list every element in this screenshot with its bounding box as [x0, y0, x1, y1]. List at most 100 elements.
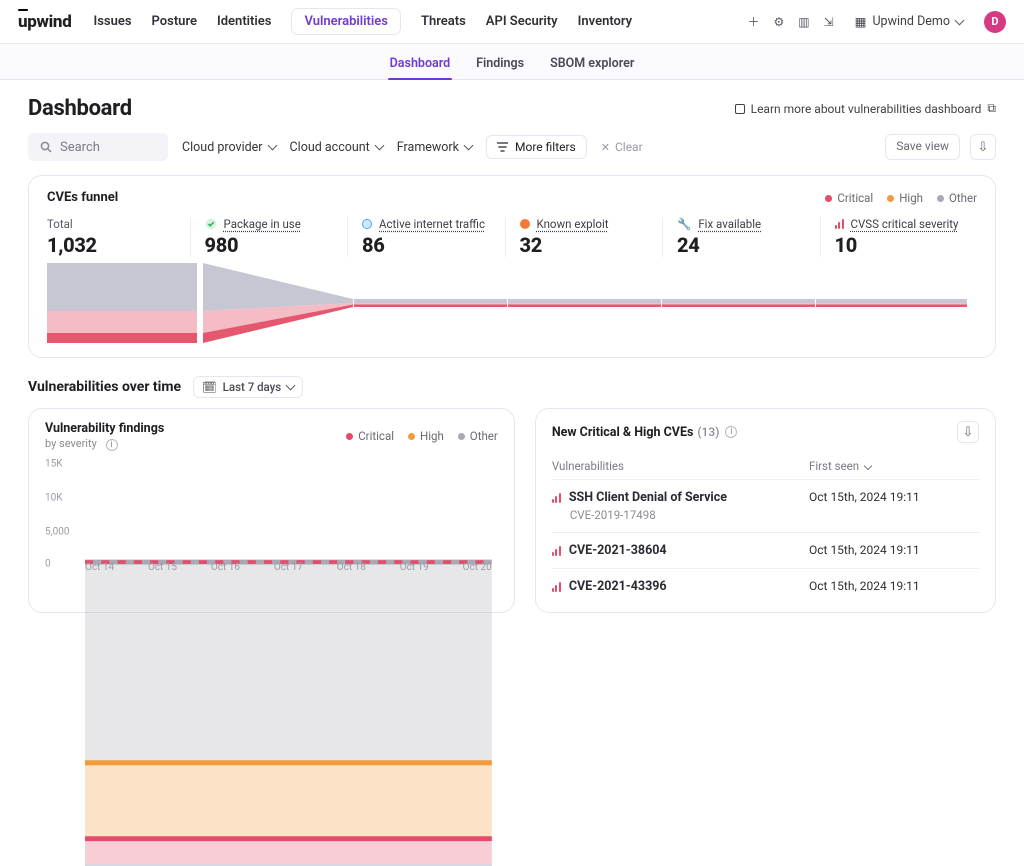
primary-nav: Issues Posture Identities Vulnerabilitie…	[93, 8, 632, 35]
time-range-selector[interactable]: 🗓 Last 7 days	[193, 376, 303, 398]
learn-more-link[interactable]: Learn more about vulnerabilities dashboa…	[735, 101, 996, 116]
logo[interactable]: upwind	[18, 12, 71, 32]
filter-icon	[497, 142, 508, 152]
legend-high: High	[887, 191, 923, 205]
top-icon-row: ＋ ⚙ ▥ ⇲ ▦ Upwind Demo D	[747, 10, 1006, 34]
tab-sbom-explorer[interactable]: SBOM explorer	[548, 56, 636, 79]
xtick: Oct 18	[337, 562, 366, 573]
cve-first-seen: Oct 15th, 2024 19:11	[809, 543, 979, 557]
search-input[interactable]: Search	[28, 133, 168, 161]
cve-title-text: SSH Client Denial of Service	[569, 490, 727, 505]
run-icon[interactable]: ⇲	[824, 15, 834, 29]
funnel-value-traffic: 86	[362, 233, 491, 257]
col-first-seen[interactable]: First seen	[809, 459, 979, 473]
nav-api-security[interactable]: API Security	[486, 8, 558, 35]
filter-cloud-provider[interactable]: Cloud provider	[182, 140, 276, 155]
vf-legend: Critical High Other	[346, 429, 498, 443]
close-icon: ✕	[601, 141, 610, 154]
page-title: Dashboard	[28, 96, 132, 121]
title-row: Dashboard Learn more about vulnerabiliti…	[28, 96, 996, 121]
cve-first-seen: Oct 15th, 2024 19:11	[809, 579, 979, 593]
xtick: Oct 20	[463, 562, 492, 573]
funnel-col-fix[interactable]: 🔧Fix available 24	[662, 217, 820, 257]
info-icon[interactable]: i	[725, 426, 737, 438]
funnel-headers: Total 1,032 Package in use 980 Active in…	[47, 217, 977, 257]
funnel-col-exploit[interactable]: Known exploit 32	[505, 217, 663, 257]
chevron-down-icon	[955, 15, 965, 25]
avatar[interactable]: D	[984, 11, 1006, 33]
funnel-col-traffic[interactable]: Active internet traffic 86	[347, 217, 505, 257]
download-button[interactable]: ⇩	[970, 134, 996, 160]
vulnerability-findings-panel: Vulnerability findings by severity i Cri…	[28, 408, 515, 613]
section2-title: Vulnerabilities over time	[28, 379, 181, 395]
download-icon: ⇩	[978, 140, 989, 155]
table-row[interactable]: CVE-2021-38604 Oct 15th, 2024 19:11	[552, 533, 979, 569]
calendar-icon: 🗓	[202, 380, 217, 394]
severity-icon	[552, 582, 561, 592]
nav-posture[interactable]: Posture	[152, 8, 197, 35]
settings-icon[interactable]: ⚙	[773, 15, 784, 29]
xtick: Oct 19	[400, 562, 429, 573]
severity-icon	[552, 493, 561, 503]
panel-icon[interactable]: ▥	[798, 15, 809, 29]
funnel-value-total: 1,032	[47, 233, 176, 257]
funnel-value-fix: 24	[677, 233, 806, 257]
sub-nav: Dashboard Findings SBOM explorer	[0, 44, 1024, 80]
legend-critical: Critical	[346, 429, 394, 443]
funnel-value-package: 980	[205, 233, 334, 257]
info-icon[interactable]: i	[106, 439, 118, 451]
funnel-value-exploit: 32	[520, 233, 649, 257]
chevron-down-icon	[267, 141, 277, 151]
org-selector[interactable]: ▦ Upwind Demo	[848, 10, 970, 34]
download-button[interactable]: ⇩	[957, 421, 979, 443]
bomb-icon	[520, 219, 530, 229]
doc-icon	[735, 104, 745, 114]
nav-inventory[interactable]: Inventory	[578, 8, 633, 35]
sort-desc-icon	[864, 462, 872, 470]
app-icon: ▦	[855, 14, 867, 30]
xticks: Oct 14 Oct 15 Oct 16 Oct 17 Oct 18 Oct 1…	[85, 562, 492, 573]
page-content: Dashboard Learn more about vulnerabiliti…	[0, 80, 1024, 613]
more-filters-button[interactable]: More filters	[486, 135, 587, 159]
funnel-title: CVEs funnel	[47, 190, 118, 205]
filters-row: Search Cloud provider Cloud account Fram…	[28, 133, 996, 161]
cve-first-seen: Oct 15th, 2024 19:11	[809, 490, 979, 504]
save-view-button[interactable]: Save view	[885, 134, 960, 160]
filter-cloud-account[interactable]: Cloud account	[290, 140, 383, 155]
table-row[interactable]: CVE-2021-43396 Oct 15th, 2024 19:11	[552, 569, 979, 604]
nav-vulnerabilities[interactable]: Vulnerabilities	[291, 8, 400, 35]
nav-threats[interactable]: Threats	[421, 8, 466, 35]
funnel-card: CVEs funnel Critical High Other Total 1,…	[28, 175, 996, 358]
funnel-legend: Critical High Other	[825, 191, 977, 205]
tab-findings[interactable]: Findings	[474, 56, 526, 79]
vulnerability-chart: 15K 10K 5,000 0 Oct 14 Oct 15 Oct 16 Oct…	[45, 457, 498, 573]
wrench-icon: 🔧	[677, 217, 691, 231]
vf-title: Vulnerability findings	[45, 421, 164, 436]
xtick: Oct 14	[85, 562, 114, 573]
col-vulnerabilities[interactable]: Vulnerabilities	[552, 459, 809, 473]
chevron-down-icon	[464, 141, 474, 151]
filter-framework[interactable]: Framework	[397, 140, 472, 155]
funnel-col-cvss[interactable]: CVSS critical severity 10	[820, 217, 978, 257]
vf-subtitle: by severity	[45, 437, 97, 450]
nav-identities[interactable]: Identities	[217, 8, 271, 35]
ytick: 5,000	[45, 527, 69, 538]
cve-code: CVE-2019-17498	[570, 508, 809, 522]
topbar: upwind Issues Posture Identities Vulnera…	[0, 0, 1024, 44]
severity-icon	[552, 546, 561, 556]
funnel-col-package[interactable]: Package in use 980	[190, 217, 348, 257]
download-icon: ⇩	[963, 425, 974, 440]
search-placeholder: Search	[60, 140, 100, 155]
learn-more-text: Learn more about vulnerabilities dashboa…	[751, 102, 982, 116]
clear-filters[interactable]: ✕ Clear	[601, 140, 643, 154]
cve-title-text: CVE-2021-38604	[569, 543, 667, 558]
cve-title-text: CVE-2021-43396	[569, 579, 667, 594]
cve-count: (13)	[697, 425, 719, 439]
table-row[interactable]: SSH Client Denial of Service CVE-2019-17…	[552, 480, 979, 533]
check-icon	[205, 218, 217, 230]
plus-icon[interactable]: ＋	[747, 13, 759, 30]
funnel-value-cvss: 10	[835, 233, 964, 257]
globe-icon	[362, 219, 372, 229]
tab-dashboard[interactable]: Dashboard	[388, 56, 453, 79]
nav-issues[interactable]: Issues	[93, 8, 131, 35]
